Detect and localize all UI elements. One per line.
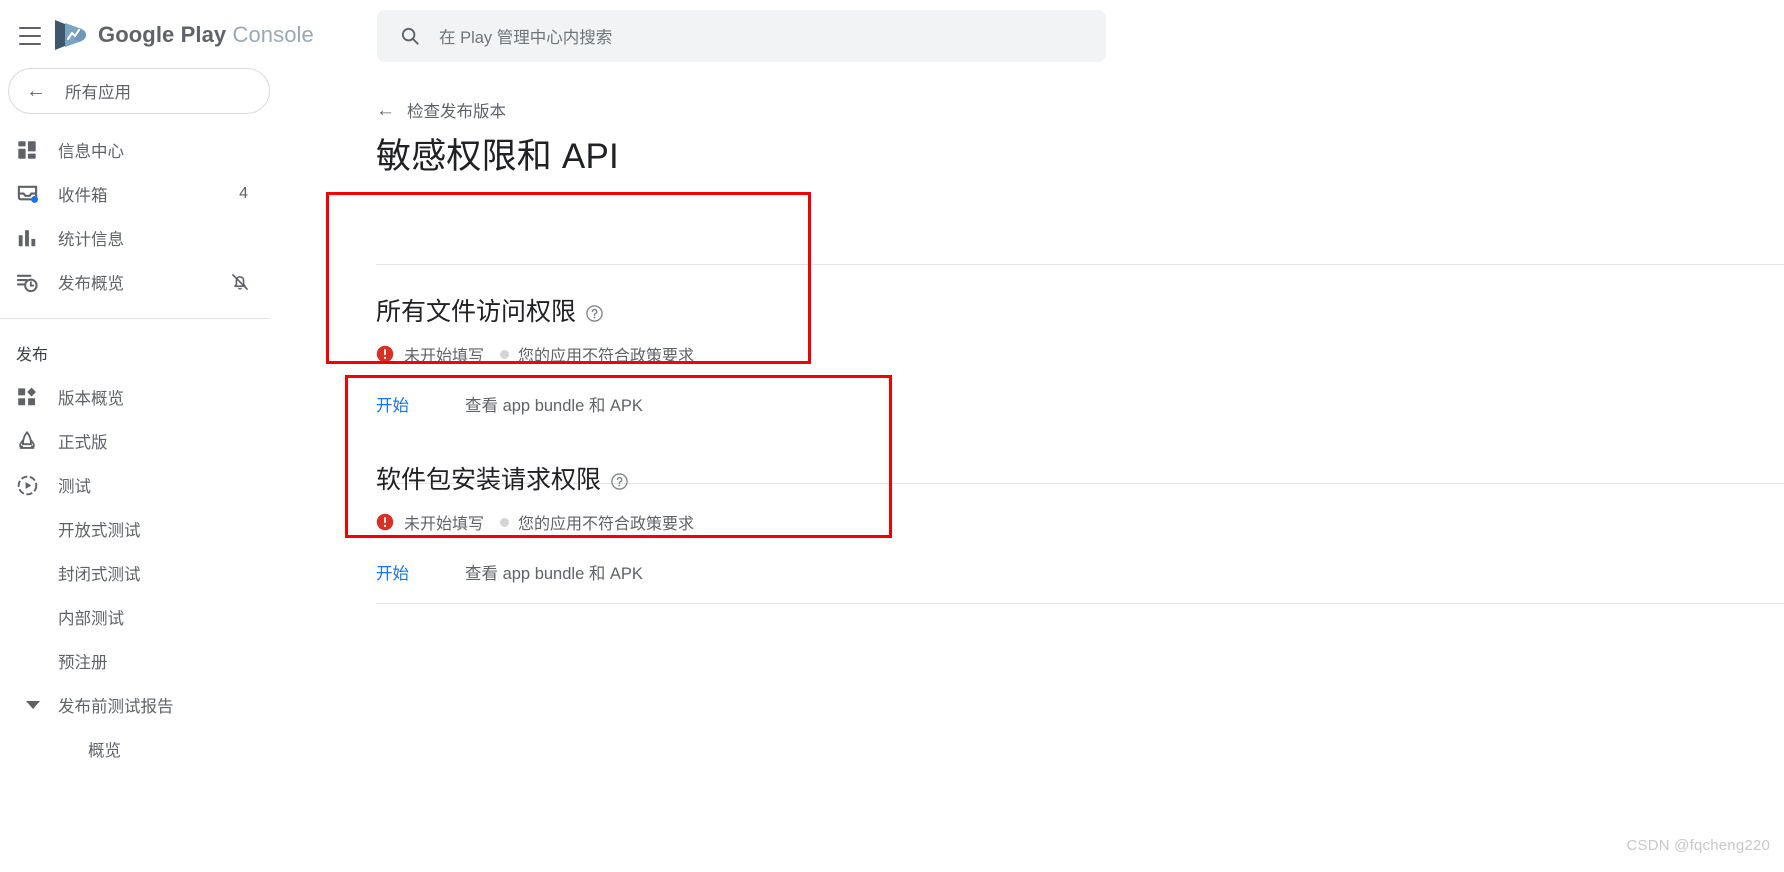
card-status-row: 未开始填写 您的应用不符合政策要求 xyxy=(376,342,1784,366)
sidebar-nav-list: 信息中心 收件箱 4 统计信息 发布概览 发布 版本概览 正式版 测试 开放式测… xyxy=(0,128,292,771)
card-status-detail: 您的应用不符合政策要求 xyxy=(518,348,695,365)
chevron-down-icon[interactable] xyxy=(26,701,40,709)
search-placeholder-text: 在 Play 管理中心内搜索 xyxy=(439,29,613,47)
sidebar-item-pre-launch-report[interactable]: 发布前测试报告 xyxy=(0,683,292,727)
status-separator-dot-icon xyxy=(500,517,510,527)
hamburger-icon[interactable] xyxy=(10,18,50,54)
sidebar: ← 所有应用 信息中心 收件箱 4 统计信息 发布概览 发布 版本概览 正式版 … xyxy=(0,66,292,872)
sidebar-item-testing[interactable]: 测试 xyxy=(0,463,292,507)
sidebar-item-open-testing[interactable]: 开放式测试 xyxy=(0,507,292,551)
google-play-logo-icon xyxy=(55,20,86,50)
sidebar-subitem-label: 内部测试 xyxy=(58,610,124,628)
status-separator-dot-icon xyxy=(500,349,510,359)
sidebar-subitem-label: 概览 xyxy=(88,742,121,760)
top-bar: Google Play Console 在 Play 管理中心内搜索 xyxy=(0,0,1784,72)
sidebar-item-pre-registration[interactable]: 预注册 xyxy=(0,639,292,683)
app-bundle-icon xyxy=(14,384,40,410)
card-status-text: 未开始填写 xyxy=(404,516,485,533)
sidebar-item-production[interactable]: 正式版 xyxy=(0,419,292,463)
breadcrumb-back-link[interactable]: ← 检查发布版本 xyxy=(376,98,506,122)
play-circle-icon xyxy=(14,472,40,498)
error-icon xyxy=(376,345,394,363)
error-icon xyxy=(376,513,394,531)
bell-off-icon[interactable] xyxy=(230,272,250,292)
sidebar-item-version-overview[interactable]: 版本概览 xyxy=(0,375,292,419)
search-icon xyxy=(401,27,419,45)
brand-secondary-text: Console xyxy=(232,22,314,47)
page-title: 敏感权限和 API xyxy=(376,137,619,176)
permission-card-package-install: 软件包安装请求权限 未开始填写 您的应用不符合政策要求 开始 查看 app bu… xyxy=(376,460,1784,584)
card-status-text: 未开始填写 xyxy=(404,348,485,365)
start-link[interactable]: 开始 xyxy=(376,560,409,584)
sidebar-item-dashboard[interactable]: 信息中心 xyxy=(0,128,292,172)
help-circle-icon[interactable] xyxy=(585,301,604,322)
brand-primary-text: Google Play xyxy=(98,22,227,47)
sidebar-item-release-overview[interactable]: 发布概览 xyxy=(0,260,292,304)
watermark-text: CSDN @fqcheng220 xyxy=(1626,837,1770,854)
bar-chart-icon xyxy=(14,225,40,251)
start-link[interactable]: 开始 xyxy=(376,392,409,416)
breadcrumb-label: 检查发布版本 xyxy=(407,103,506,121)
inbox-count-badge: 4 xyxy=(239,185,248,202)
rocket-icon xyxy=(14,428,40,454)
all-apps-button[interactable]: ← 所有应用 xyxy=(8,68,270,114)
sidebar-subitem-label: 开放式测试 xyxy=(58,522,141,540)
sidebar-subitem-label: 预注册 xyxy=(58,654,108,672)
card-title-text: 软件包安装请求权限 xyxy=(376,466,602,494)
all-apps-label: 所有应用 xyxy=(65,84,131,102)
sidebar-item-label: 统计信息 xyxy=(58,231,124,249)
card-status-detail: 您的应用不符合政策要求 xyxy=(518,516,695,533)
permission-card-all-files-access: 所有文件访问权限 未开始填写 您的应用不符合政策要求 开始 查看 app bun… xyxy=(376,292,1784,416)
brand-logo-area[interactable]: Google Play Console xyxy=(52,12,314,58)
card-status-row: 未开始填写 您的应用不符合政策要求 xyxy=(376,510,1784,534)
sidebar-item-label: 正式版 xyxy=(58,434,108,452)
release-overview-icon xyxy=(14,269,40,295)
card-title-text: 所有文件访问权限 xyxy=(376,298,577,326)
main-content: ← 检查发布版本 敏感权限和 API 所有文件访问权限 未开始填写 您的应用不符… xyxy=(292,72,1784,872)
card-action-row: 开始 查看 app bundle 和 APK xyxy=(376,560,1784,584)
help-circle-icon[interactable] xyxy=(610,469,629,490)
card-title-row: 软件包安装请求权限 xyxy=(376,460,1784,496)
card-title-row: 所有文件访问权限 xyxy=(376,292,1784,328)
back-arrow-icon: ← xyxy=(376,99,395,121)
sidebar-item-label: 信息中心 xyxy=(58,143,124,161)
sidebar-item-label: 发布概览 xyxy=(58,275,124,293)
sidebar-section-label: 发布 xyxy=(16,347,49,364)
back-arrow-icon: ← xyxy=(26,80,46,102)
sidebar-item-statistics[interactable]: 统计信息 xyxy=(0,216,292,260)
dashboard-icon xyxy=(14,137,40,163)
sidebar-subitem-label: 封闭式测试 xyxy=(58,566,141,584)
view-bundle-apk-link[interactable]: 查看 app bundle 和 APK xyxy=(465,392,643,416)
view-bundle-apk-link[interactable]: 查看 app bundle 和 APK xyxy=(465,560,643,584)
sidebar-subitem-label: 发布前测试报告 xyxy=(58,698,174,716)
search-input[interactable]: 在 Play 管理中心内搜索 xyxy=(377,10,1106,62)
card-action-row: 开始 查看 app bundle 和 APK xyxy=(376,392,1784,416)
sidebar-item-label: 收件箱 xyxy=(58,187,108,205)
sidebar-item-label: 测试 xyxy=(58,478,91,496)
app-root: Google Play Console 在 Play 管理中心内搜索 ← 所有应… xyxy=(0,0,1784,872)
sidebar-item-label: 版本概览 xyxy=(58,390,124,408)
brand-title: Google Play Console xyxy=(98,22,314,48)
inbox-icon xyxy=(14,181,40,207)
sidebar-item-closed-testing[interactable]: 封闭式测试 xyxy=(0,551,292,595)
sidebar-item-internal-testing[interactable]: 内部测试 xyxy=(0,595,292,639)
content-top-divider xyxy=(376,264,1784,265)
sidebar-item-inbox[interactable]: 收件箱 4 xyxy=(0,172,292,216)
card-divider-2 xyxy=(376,603,1784,604)
sidebar-item-pre-launch-overview[interactable]: 概览 xyxy=(0,727,292,771)
